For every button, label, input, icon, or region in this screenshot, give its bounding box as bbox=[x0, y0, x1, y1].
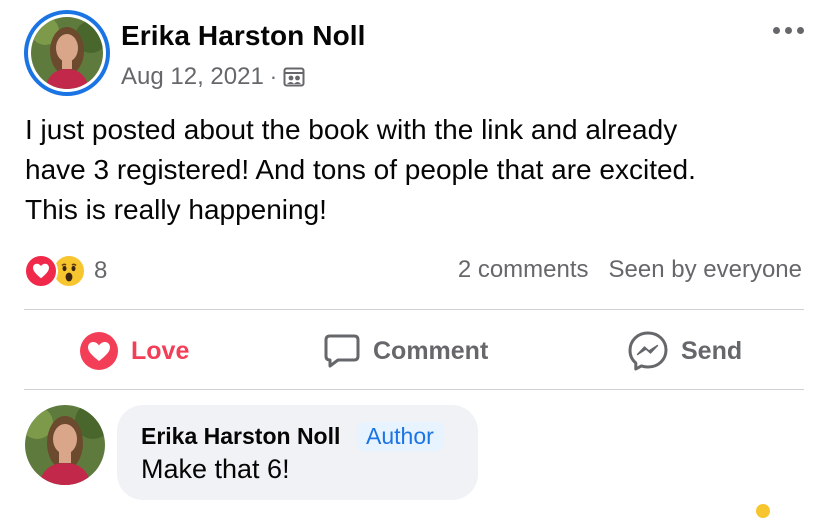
comments-count-link[interactable]: 2 comments bbox=[458, 256, 589, 284]
photo-album-icon bbox=[283, 67, 305, 87]
more-options-button[interactable] bbox=[768, 18, 808, 42]
post-body: I just posted about the book with the li… bbox=[25, 110, 815, 230]
post-stats: 2 comments Seen by everyone bbox=[458, 256, 802, 284]
post-date[interactable]: Aug 12, 2021 bbox=[121, 63, 264, 91]
comment-button[interactable]: Comment bbox=[323, 328, 488, 374]
post-body-line: have 3 registered! And tons of people th… bbox=[25, 154, 696, 185]
post-body-line: I just posted about the book with the li… bbox=[25, 114, 678, 145]
comment-bubble-icon bbox=[324, 334, 360, 368]
meta-separator: · bbox=[269, 64, 278, 89]
send-button-label: Send bbox=[681, 336, 743, 365]
more-dot-icon bbox=[796, 26, 804, 34]
messenger-icon bbox=[628, 331, 668, 371]
love-button[interactable]: Love bbox=[79, 328, 189, 374]
more-dot-icon bbox=[772, 26, 780, 34]
comment-author-name[interactable]: Erika Harston Noll bbox=[141, 423, 340, 450]
send-button[interactable]: Send bbox=[627, 328, 742, 374]
reaction-count: 8 bbox=[94, 257, 108, 284]
heart-icon bbox=[80, 332, 118, 370]
more-dot-icon bbox=[784, 26, 792, 34]
comment-text: Make that 6! bbox=[141, 454, 290, 484]
commenter-avatar[interactable] bbox=[25, 405, 105, 485]
post-author-name[interactable]: Erika Harston Noll bbox=[121, 20, 366, 52]
reaction-peek-icon bbox=[756, 504, 770, 518]
divider bbox=[24, 309, 804, 310]
post-body-line: This is really happening! bbox=[25, 194, 327, 225]
seen-by-label[interactable]: Seen by everyone bbox=[609, 256, 802, 284]
comment-button-label: Comment bbox=[373, 336, 489, 365]
author-badge: Author bbox=[357, 422, 443, 451]
comment-bubble bbox=[117, 405, 478, 500]
divider bbox=[24, 389, 804, 390]
love-reaction-icon bbox=[24, 254, 58, 288]
love-button-label: Love bbox=[131, 336, 190, 365]
avatar-photo bbox=[31, 17, 103, 89]
post-meta: Aug 12, 2021 · bbox=[121, 63, 305, 91]
reaction-summary[interactable]: 8 bbox=[24, 254, 107, 288]
post-author-avatar[interactable] bbox=[24, 10, 110, 96]
avatar-photo bbox=[25, 405, 105, 485]
